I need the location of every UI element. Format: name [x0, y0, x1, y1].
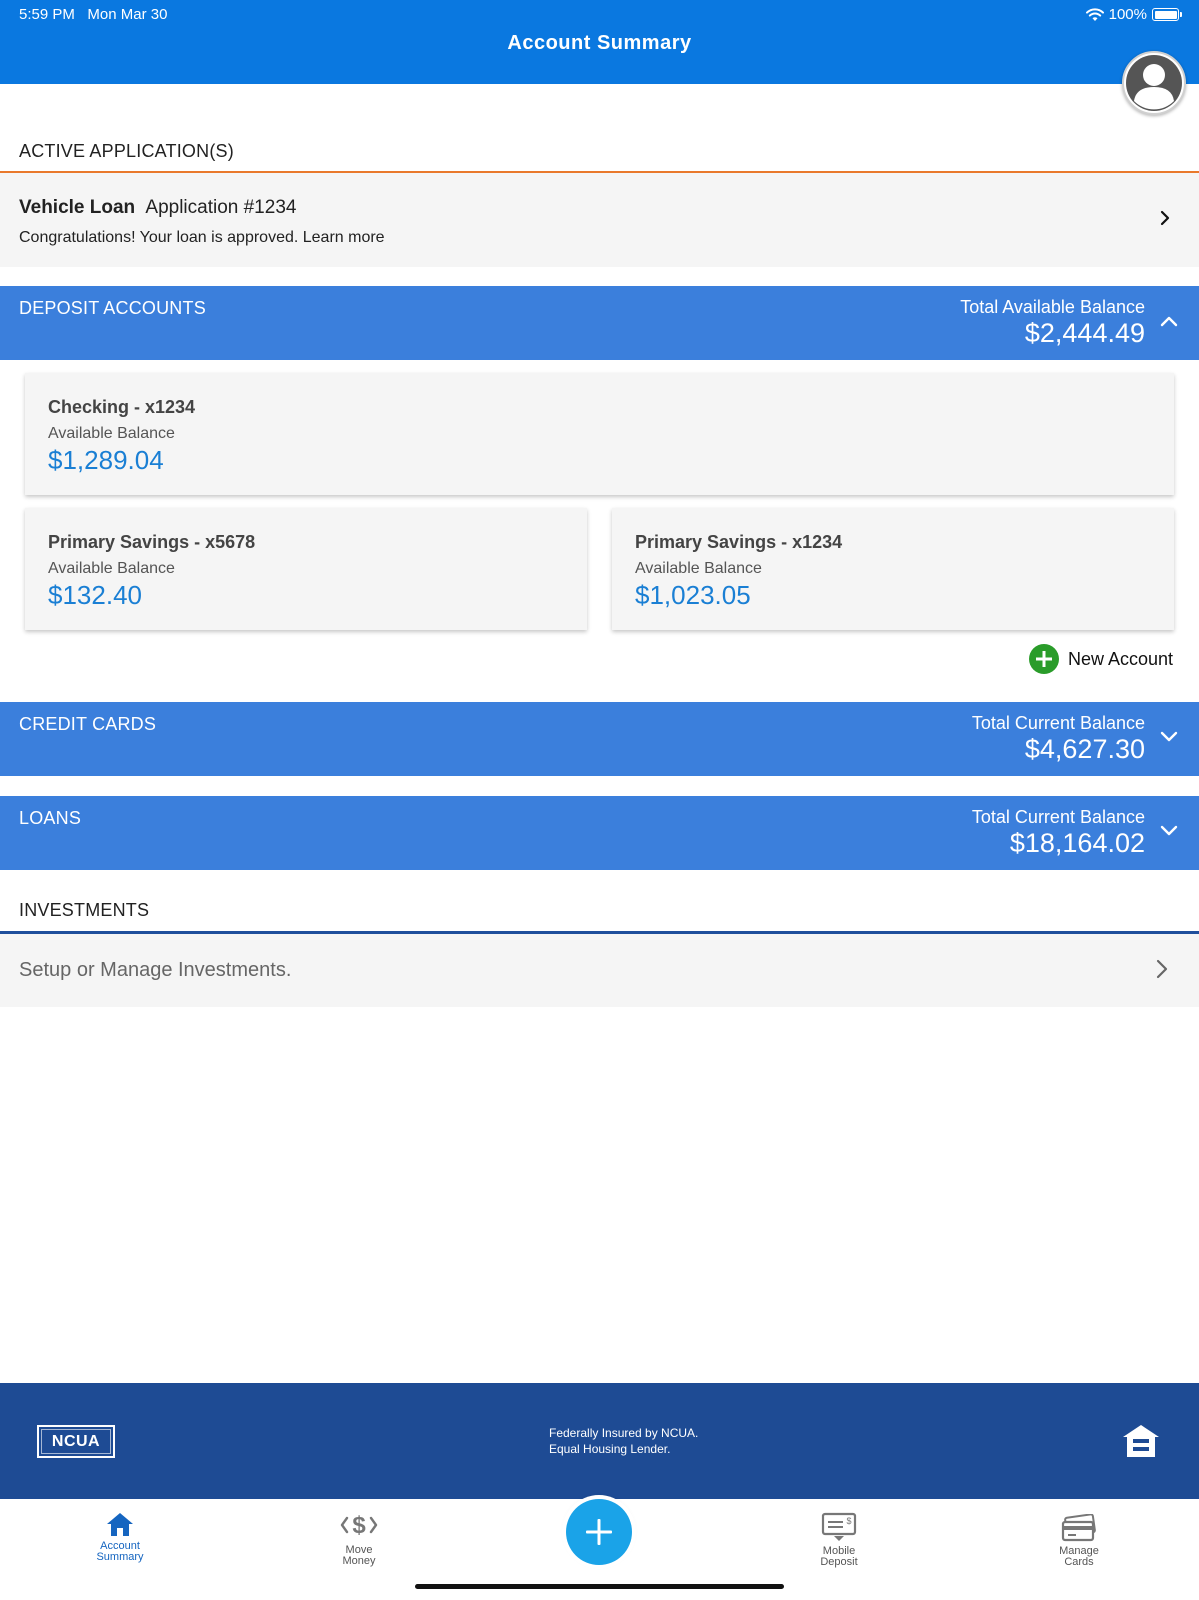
tab-label: Cards: [1064, 1556, 1094, 1568]
application-row[interactable]: Vehicle Loan Application #1234 Congratul…: [0, 173, 1199, 267]
chevron-down-icon[interactable]: [1159, 824, 1179, 838]
svg-text:$: $: [352, 1512, 366, 1539]
status-date: Mon Mar 30: [87, 6, 168, 23]
investments-row[interactable]: Setup or Manage Investments.: [0, 934, 1199, 1007]
tab-move-money[interactable]: $ Move Money: [304, 1499, 414, 1567]
manage-cards-icon: [1061, 1514, 1096, 1542]
status-indicators: 100%: [1085, 6, 1182, 23]
investments-link-text: Setup or Manage Investments.: [19, 959, 292, 981]
account-balance-label: Available Balance: [48, 425, 175, 442]
loans-total-amount: $18,164.02: [1009, 828, 1145, 858]
tab-label: Summary: [96, 1551, 144, 1563]
account-balance: $132.40: [48, 580, 142, 610]
account-card-savings-5678[interactable]: Primary Savings - x5678 Available Balanc…: [25, 508, 587, 630]
credit-cards-header[interactable]: CREDIT CARDS Total Current Balance $4,62…: [0, 702, 1199, 776]
credit-cards-title: CREDIT CARDS: [19, 714, 157, 734]
new-account-label: New Account: [1068, 648, 1174, 669]
home-indicator: [415, 1584, 784, 1589]
svg-text:$: $: [846, 1516, 851, 1526]
account-card-checking[interactable]: Checking - x1234 Available Balance $1,28…: [25, 373, 1174, 495]
tab-label: Deposit: [820, 1556, 858, 1568]
account-name: Primary Savings - x1234: [635, 532, 843, 552]
home-icon: [107, 1513, 133, 1536]
active-applications-heading: ACTIVE APPLICATION(S): [19, 141, 234, 161]
application-type: Vehicle Loan: [19, 197, 136, 218]
insurance-text: Federally Insured by NCUA. Equal Housing…: [549, 1425, 698, 1457]
investments-heading: INVESTMENTS: [19, 900, 150, 920]
battery-icon: [1152, 8, 1182, 21]
account-balance-label: Available Balance: [635, 560, 762, 577]
account-name: Primary Savings - x5678: [48, 532, 256, 552]
new-account-button[interactable]: New Account: [1029, 644, 1173, 674]
tab-account-summary[interactable]: Account Summary: [65, 1499, 175, 1563]
account-name: Checking - x1234: [48, 397, 196, 417]
deposit-accounts-title: DEPOSIT ACCOUNTS: [19, 298, 206, 318]
chevron-right-icon: [1156, 959, 1168, 979]
account-card-savings-1234[interactable]: Primary Savings - x1234 Available Balanc…: [612, 508, 1174, 630]
battery-percent: 100%: [1108, 6, 1147, 23]
page-title: Account Summary: [507, 32, 692, 54]
application-title: Vehicle Loan Application #1234: [19, 197, 296, 219]
chevron-up-icon[interactable]: [1159, 314, 1179, 328]
tab-label: Money: [342, 1555, 376, 1567]
account-balance: $1,023.05: [635, 580, 751, 610]
mobile-deposit-icon: $: [821, 1512, 857, 1541]
quick-action-plus-button[interactable]: [566, 1499, 632, 1565]
chevron-right-icon: [1160, 210, 1170, 226]
credit-total-caption: Total Current Balance: [971, 713, 1145, 733]
wifi-icon: [1085, 7, 1104, 21]
loans-title: LOANS: [19, 808, 82, 828]
move-money-icon: $: [340, 1512, 378, 1539]
footer-disclosures: NCUA Federally Insured by NCUA. Equal Ho…: [0, 1383, 1199, 1499]
deposit-accounts-header[interactable]: DEPOSIT ACCOUNTS Total Available Balance…: [0, 286, 1199, 360]
account-balance: $1,289.04: [48, 445, 164, 475]
deposit-total-amount: $2,444.49: [1024, 318, 1145, 348]
equal-housing-line: Equal Housing Lender.: [549, 1442, 671, 1456]
insurance-line: Federally Insured by NCUA.: [549, 1426, 699, 1440]
tab-manage-cards[interactable]: Manage Cards: [1024, 1499, 1134, 1568]
ncua-logo: NCUA: [37, 1425, 115, 1458]
user-avatar-icon[interactable]: [1122, 51, 1186, 115]
loans-header[interactable]: LOANS Total Current Balance $18,164.02: [0, 796, 1199, 870]
equal-housing-icon: [1123, 1425, 1159, 1457]
app-header: 5:59 PM Mon Mar 30 100% Account Summary: [0, 0, 1199, 84]
loans-total-caption: Total Current Balance: [971, 807, 1145, 827]
deposit-total-caption: Total Available Balance: [960, 297, 1145, 317]
application-message: Congratulations! Your loan is approved. …: [19, 229, 385, 246]
tab-mobile-deposit[interactable]: $ Mobile Deposit: [784, 1499, 894, 1568]
status-clock: 5:59 PM: [19, 6, 75, 23]
account-balance-label: Available Balance: [48, 560, 175, 577]
status-time: 5:59 PM Mon Mar 30: [19, 6, 167, 23]
plus-circle-icon: [1029, 644, 1059, 674]
credit-total-amount: $4,627.30: [1024, 734, 1145, 764]
chevron-down-icon[interactable]: [1159, 730, 1179, 744]
application-number: Application #1234: [145, 197, 297, 218]
